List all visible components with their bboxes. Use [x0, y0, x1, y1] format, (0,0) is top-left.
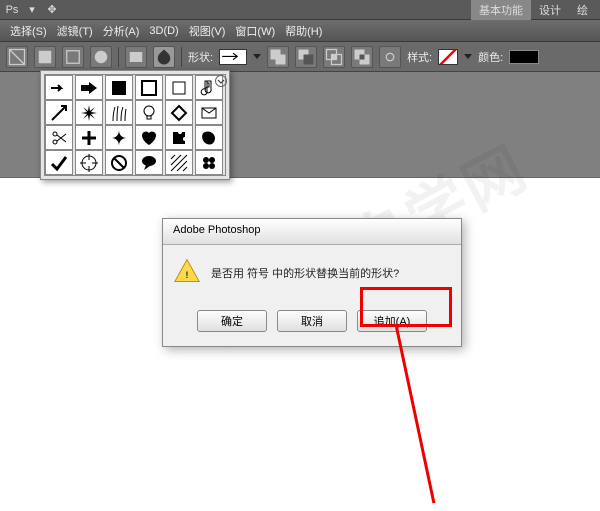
shape-label: 形状: — [188, 49, 213, 65]
style-label: 样式: — [407, 49, 432, 65]
shapes-grid — [44, 74, 226, 176]
cancel-button[interactable]: 取消 — [277, 310, 347, 332]
shape-speech-icon[interactable] — [135, 150, 163, 175]
workspace-tab-design[interactable]: 设计 — [531, 0, 569, 20]
shape-arrow2-icon[interactable] — [45, 100, 73, 125]
workspace-tab-paint[interactable]: 绘 — [569, 0, 596, 20]
shape-dropdown-icon[interactable] — [253, 54, 261, 59]
color-swatch[interactable] — [509, 50, 539, 64]
shape-puzzle-icon[interactable] — [165, 125, 193, 150]
shape-nosign-icon[interactable] — [105, 150, 133, 175]
shape-arrow-bold-icon[interactable] — [75, 75, 103, 100]
shape-square-outline-icon[interactable] — [165, 75, 193, 100]
shape-square-icon[interactable] — [105, 75, 133, 100]
panel-menu-icon[interactable] — [215, 75, 227, 87]
shape-plus-icon[interactable] — [75, 125, 103, 150]
dialog-message: 是否用 符号 中的形状替换当前的形状? — [211, 265, 399, 281]
ps-logo-icon: Ps — [4, 2, 20, 18]
tool-preset-icon[interactable] — [6, 46, 28, 68]
shape-sparkle-icon[interactable] — [105, 125, 133, 150]
app-titlebar: Ps ▾ ✥ 基本功能 设计 绘 — [0, 0, 600, 20]
layout-icon[interactable]: ▾ — [24, 2, 40, 18]
combine-subtract-icon[interactable] — [295, 46, 317, 68]
shape-bulb-icon[interactable] — [135, 100, 163, 125]
shape-target-icon[interactable] — [75, 150, 103, 175]
shape-scissors-icon[interactable] — [45, 125, 73, 150]
shape-clover-icon[interactable] — [195, 150, 223, 175]
menu-window[interactable]: 窗口(W) — [231, 21, 279, 41]
shape-custom-icon[interactable] — [153, 46, 175, 68]
svg-text:!: ! — [185, 270, 188, 281]
hand-icon[interactable]: ✥ — [44, 2, 60, 18]
color-label: 颜色: — [478, 49, 503, 65]
style-dropdown-icon[interactable] — [464, 54, 472, 59]
pathmode-path-icon[interactable] — [62, 46, 84, 68]
annotation-highlight — [360, 287, 452, 327]
warning-icon: ! — [173, 257, 201, 288]
shape-check-icon[interactable] — [45, 150, 73, 175]
shape-frame-icon[interactable] — [135, 75, 163, 100]
shape-hatch-icon[interactable] — [165, 150, 193, 175]
combine-add-icon[interactable] — [267, 46, 289, 68]
workspace-tab-basic[interactable]: 基本功能 — [471, 0, 531, 20]
shape-grass-icon[interactable] — [105, 100, 133, 125]
annotation-arrow — [395, 327, 435, 504]
shapes-picker-panel — [40, 70, 230, 180]
menu-3d[interactable]: 3D(D) — [145, 23, 182, 39]
combine-exclude-icon[interactable] — [351, 46, 373, 68]
shape-envelope-icon[interactable] — [195, 100, 223, 125]
combine-intersect-icon[interactable] — [323, 46, 345, 68]
menu-view[interactable]: 视图(V) — [185, 21, 230, 41]
shape-burst-icon[interactable] — [75, 100, 103, 125]
ok-button[interactable]: 确定 — [197, 310, 267, 332]
dialog-title: Adobe Photoshop — [163, 219, 461, 245]
style-swatch[interactable] — [438, 49, 458, 65]
menu-filter[interactable]: 滤镜(T) — [53, 21, 97, 41]
menu-help[interactable]: 帮助(H) — [281, 21, 326, 41]
menu-select[interactable]: 选择(S) — [6, 21, 51, 41]
shape-arrow-icon[interactable] — [45, 75, 73, 100]
shape-preview[interactable] — [219, 49, 247, 65]
shape-rect-icon[interactable] — [125, 46, 147, 68]
pathmode-shape-icon[interactable] — [34, 46, 56, 68]
link-icon[interactable] — [379, 46, 401, 68]
confirm-dialog: Adobe Photoshop ! 是否用 符号 中的形状替换当前的形状? 确定… — [162, 218, 462, 347]
pathmode-fill-icon[interactable] — [90, 46, 112, 68]
shape-heart-icon[interactable] — [135, 125, 163, 150]
menu-bar: 选择(S) 滤镜(T) 分析(A) 3D(D) 视图(V) 窗口(W) 帮助(H… — [0, 20, 600, 42]
options-bar: 形状: 样式: 颜色: — [0, 42, 600, 72]
menu-analysis[interactable]: 分析(A) — [99, 21, 144, 41]
shape-diamond-icon[interactable] — [165, 100, 193, 125]
shape-blob-icon[interactable] — [195, 125, 223, 150]
